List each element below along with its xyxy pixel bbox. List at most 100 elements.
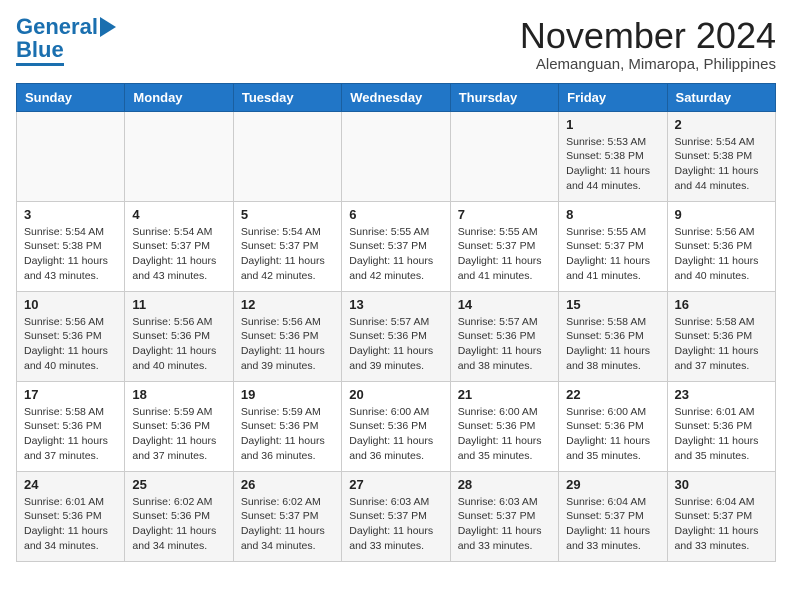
day-number: 28 [458, 477, 551, 492]
weekday-header-cell: Thursday [450, 83, 558, 111]
calendar-day-cell: 19 Sunrise: 5:59 AMSunset: 5:36 PMDayligh… [233, 381, 341, 471]
day-info: Sunrise: 6:02 AMSunset: 5:36 PMDaylight:… [132, 495, 225, 554]
calendar-table: SundayMondayTuesdayWednesdayThursdayFrid… [16, 83, 776, 562]
day-number: 30 [675, 477, 768, 492]
day-number: 16 [675, 297, 768, 312]
calendar-day-cell: 18 Sunrise: 5:59 AMSunset: 5:36 PMDayligh… [125, 381, 233, 471]
day-number: 15 [566, 297, 659, 312]
page-header: General Blue November 2024 Alemanguan, M… [16, 16, 776, 73]
day-number: 19 [241, 387, 334, 402]
day-number: 21 [458, 387, 551, 402]
calendar-day-cell: 4Sunrise: 5:54 AMSunset: 5:37 PMDaylight… [125, 201, 233, 291]
day-info: Sunrise: 5:57 AMSunset: 5:36 PMDaylight:… [458, 315, 551, 374]
day-info: Sunrise: 6:01 AMSunset: 5:36 PMDaylight:… [24, 495, 117, 554]
weekday-header-cell: Tuesday [233, 83, 341, 111]
calendar-day-cell: 29 Sunrise: 6:04 AMSunset: 5:37 PMDayligh… [559, 471, 667, 561]
weekday-header-cell: Friday [559, 83, 667, 111]
calendar-day-cell: 11Sunrise: 5:56 AMSunset: 5:36 PMDayligh… [125, 291, 233, 381]
day-info: Sunrise: 6:03 AMSunset: 5:37 PMDaylight:… [458, 495, 551, 554]
calendar-day-cell: 1 Sunrise: 5:53 AMSunset: 5:38 PMDaylight… [559, 111, 667, 201]
calendar-week-row: 10 Sunrise: 5:56 AMSunset: 5:36 PMDayligh… [17, 291, 776, 381]
calendar-week-row: 3 Sunrise: 5:54 AMSunset: 5:38 PMDaylight… [17, 201, 776, 291]
day-info: Sunrise: 5:59 AMSunset: 5:36 PMDaylight:… [241, 405, 334, 464]
day-number: 27 [349, 477, 442, 492]
calendar-day-cell: 5Sunrise: 5:54 AMSunset: 5:37 PMDaylight… [233, 201, 341, 291]
day-number: 13 [349, 297, 442, 312]
weekday-header-cell: Sunday [17, 83, 125, 111]
day-info: Sunrise: 5:54 AMSunset: 5:38 PMDaylight:… [24, 225, 117, 284]
calendar-day-cell: 2 Sunrise: 5:54 AMSunset: 5:38 PMDaylight… [667, 111, 775, 201]
calendar-day-cell [233, 111, 341, 201]
logo-text: General [16, 16, 98, 38]
calendar-day-cell: 16 Sunrise: 5:58 AMSunset: 5:36 PMDayligh… [667, 291, 775, 381]
calendar-day-cell [125, 111, 233, 201]
day-info: Sunrise: 5:53 AMSunset: 5:38 PMDaylight:… [566, 135, 659, 194]
day-info: Sunrise: 6:02 AMSunset: 5:37 PMDaylight:… [241, 495, 334, 554]
day-number: 22 [566, 387, 659, 402]
day-info: Sunrise: 5:59 AMSunset: 5:36 PMDaylight:… [132, 405, 225, 464]
calendar-day-cell: 6 Sunrise: 5:55 AMSunset: 5:37 PMDaylight… [342, 201, 450, 291]
calendar-day-cell: 25Sunrise: 6:02 AMSunset: 5:36 PMDayligh… [125, 471, 233, 561]
day-info: Sunrise: 5:58 AMSunset: 5:36 PMDaylight:… [566, 315, 659, 374]
day-info: Sunrise: 5:58 AMSunset: 5:36 PMDaylight:… [675, 315, 768, 374]
logo-text-blue: Blue [16, 39, 64, 61]
calendar-day-cell: 21 Sunrise: 6:00 AMSunset: 5:36 PMDayligh… [450, 381, 558, 471]
weekday-header-row: SundayMondayTuesdayWednesdayThursdayFrid… [17, 83, 776, 111]
day-number: 26 [241, 477, 334, 492]
day-info: Sunrise: 5:55 AMSunset: 5:37 PMDaylight:… [349, 225, 442, 284]
calendar-day-cell: 24 Sunrise: 6:01 AMSunset: 5:36 PMDayligh… [17, 471, 125, 561]
day-info: Sunrise: 6:03 AMSunset: 5:37 PMDaylight:… [349, 495, 442, 554]
calendar-day-cell [342, 111, 450, 201]
calendar-day-cell: 15 Sunrise: 5:58 AMSunset: 5:36 PMDayligh… [559, 291, 667, 381]
calendar-day-cell: 22 Sunrise: 6:00 AMSunset: 5:36 PMDayligh… [559, 381, 667, 471]
title-block: November 2024 Alemanguan, Mimaropa, Phil… [520, 16, 776, 73]
day-number: 4 [132, 207, 225, 222]
day-number: 17 [24, 387, 117, 402]
calendar-day-cell [17, 111, 125, 201]
calendar-day-cell: 8Sunrise: 5:55 AMSunset: 5:37 PMDaylight… [559, 201, 667, 291]
calendar-day-cell: 26 Sunrise: 6:02 AMSunset: 5:37 PMDayligh… [233, 471, 341, 561]
day-info: Sunrise: 5:58 AMSunset: 5:36 PMDaylight:… [24, 405, 117, 464]
calendar-day-cell: 27 Sunrise: 6:03 AMSunset: 5:37 PMDayligh… [342, 471, 450, 561]
calendar-day-cell: 17 Sunrise: 5:58 AMSunset: 5:36 PMDayligh… [17, 381, 125, 471]
day-info: Sunrise: 5:54 AMSunset: 5:37 PMDaylight:… [241, 225, 334, 284]
day-number: 18 [132, 387, 225, 402]
weekday-header-cell: Wednesday [342, 83, 450, 111]
logo-arrow-icon [100, 17, 116, 37]
weekday-header-cell: Saturday [667, 83, 775, 111]
day-info: Sunrise: 6:04 AMSunset: 5:37 PMDaylight:… [675, 495, 768, 554]
day-info: Sunrise: 5:56 AMSunset: 5:36 PMDaylight:… [241, 315, 334, 374]
calendar-week-row: 1 Sunrise: 5:53 AMSunset: 5:38 PMDaylight… [17, 111, 776, 201]
day-info: Sunrise: 6:00 AMSunset: 5:36 PMDaylight:… [349, 405, 442, 464]
calendar-day-cell: 13Sunrise: 5:57 AMSunset: 5:36 PMDayligh… [342, 291, 450, 381]
location-title: Alemanguan, Mimaropa, Philippines [520, 56, 776, 73]
day-number: 3 [24, 207, 117, 222]
day-info: Sunrise: 6:04 AMSunset: 5:37 PMDaylight:… [566, 495, 659, 554]
day-number: 29 [566, 477, 659, 492]
calendar-day-cell: 9 Sunrise: 5:56 AMSunset: 5:36 PMDaylight… [667, 201, 775, 291]
calendar-day-cell [450, 111, 558, 201]
day-info: Sunrise: 6:00 AMSunset: 5:36 PMDaylight:… [458, 405, 551, 464]
day-info: Sunrise: 6:01 AMSunset: 5:36 PMDaylight:… [675, 405, 768, 464]
day-number: 14 [458, 297, 551, 312]
day-number: 2 [675, 117, 768, 132]
month-title: November 2024 [520, 16, 776, 56]
day-number: 9 [675, 207, 768, 222]
day-number: 6 [349, 207, 442, 222]
calendar-day-cell: 3 Sunrise: 5:54 AMSunset: 5:38 PMDaylight… [17, 201, 125, 291]
calendar-day-cell: 7Sunrise: 5:55 AMSunset: 5:37 PMDaylight… [450, 201, 558, 291]
day-number: 7 [458, 207, 551, 222]
calendar-day-cell: 23Sunrise: 6:01 AMSunset: 5:36 PMDayligh… [667, 381, 775, 471]
calendar-day-cell: 10Sunrise: 5:56 AMSunset: 5:36 PMDayligh… [17, 291, 125, 381]
calendar-week-row: 17 Sunrise: 5:58 AMSunset: 5:36 PMDayligh… [17, 381, 776, 471]
calendar-day-cell: 12 Sunrise: 5:56 AMSunset: 5:36 PMDayligh… [233, 291, 341, 381]
day-info: Sunrise: 6:00 AMSunset: 5:36 PMDaylight:… [566, 405, 659, 464]
day-number: 24 [24, 477, 117, 492]
day-number: 10 [24, 297, 117, 312]
day-info: Sunrise: 5:56 AMSunset: 5:36 PMDaylight:… [675, 225, 768, 284]
day-info: Sunrise: 5:54 AMSunset: 5:38 PMDaylight:… [675, 135, 768, 194]
day-number: 12 [241, 297, 334, 312]
calendar-week-row: 24 Sunrise: 6:01 AMSunset: 5:36 PMDayligh… [17, 471, 776, 561]
day-number: 1 [566, 117, 659, 132]
day-number: 11 [132, 297, 225, 312]
